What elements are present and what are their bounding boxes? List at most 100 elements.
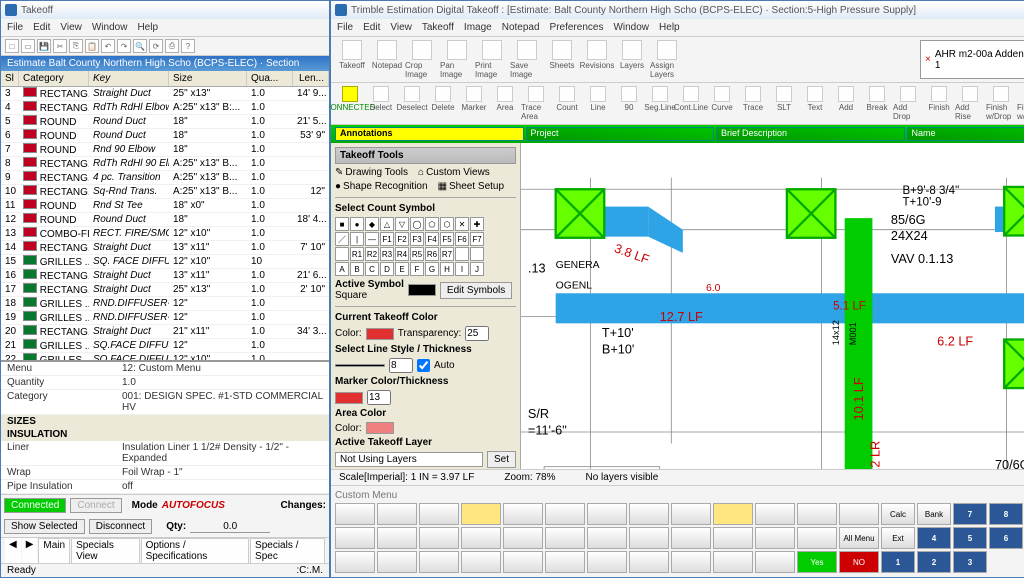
- palette-item[interactable]: [671, 503, 711, 525]
- palette-item[interactable]: [377, 503, 417, 525]
- palette-item[interactable]: [419, 551, 459, 573]
- palette-item[interactable]: [755, 551, 795, 573]
- palette-item[interactable]: [419, 527, 459, 549]
- transparency-input[interactable]: [465, 326, 489, 341]
- tool-seg-line[interactable]: Seg.Line: [645, 86, 675, 121]
- symbol-cell[interactable]: F2: [395, 232, 409, 246]
- qty-value[interactable]: 0.0: [190, 521, 270, 533]
- palette-item[interactable]: [419, 503, 459, 525]
- keypad-8[interactable]: 8: [989, 503, 1023, 525]
- tool-select[interactable]: Select: [366, 86, 396, 121]
- palette-item[interactable]: [503, 527, 543, 549]
- show-selected-button[interactable]: Show Selected: [4, 519, 85, 534]
- palette-item[interactable]: [713, 503, 753, 525]
- symbol-cell[interactable]: F3: [410, 232, 424, 246]
- tool-curve[interactable]: Curve: [707, 86, 737, 121]
- prop-wrap-v[interactable]: Foil Wrap - 1": [122, 467, 323, 478]
- keypad-6[interactable]: 6: [989, 527, 1023, 549]
- line-thick-input[interactable]: [389, 358, 413, 373]
- tool-add[interactable]: Add: [831, 86, 861, 121]
- palette-item[interactable]: [377, 551, 417, 573]
- rmenu-takeoff[interactable]: Takeoff: [422, 22, 454, 33]
- tb-refresh-icon[interactable]: ⟳: [149, 39, 163, 53]
- symbol-cell[interactable]: F4: [425, 232, 439, 246]
- palette-item[interactable]: [461, 503, 501, 525]
- tb-help-icon[interactable]: ?: [181, 39, 195, 53]
- ctx-project[interactable]: Project: [526, 127, 715, 141]
- table-row[interactable]: 10 RECTANG... Sq-Rnd Trans.A:25" x13" B.…: [1, 185, 329, 199]
- keypad-yes[interactable]: Yes: [797, 551, 837, 573]
- menu-edit[interactable]: Edit: [33, 22, 50, 33]
- symbol-cell[interactable]: R2: [365, 247, 379, 261]
- symbol-cell[interactable]: ■: [335, 217, 349, 231]
- palette-item[interactable]: [629, 527, 669, 549]
- rmenu-view[interactable]: View: [390, 22, 412, 33]
- palette-item[interactable]: [713, 527, 753, 549]
- palette-item[interactable]: [671, 527, 711, 549]
- symbol-cell[interactable]: R4: [395, 247, 409, 261]
- tool-add-rise[interactable]: Add Rise: [955, 86, 985, 121]
- sheet-dropdown[interactable]: ×AHR m2-00a Addendum 1▾: [920, 40, 1024, 79]
- keypad-calc[interactable]: Calc: [881, 503, 915, 525]
- table-row[interactable]: 3 RECTANG... Straight Duct25" x13" 1.014…: [1, 87, 329, 101]
- set-layer-button[interactable]: Set: [487, 451, 516, 468]
- col-qua[interactable]: Qua...: [247, 71, 293, 86]
- table-row[interactable]: 6 ROUND Round Duct18" 1.053' 9": [1, 129, 329, 143]
- table-row[interactable]: 17 RECTANG... Straight Duct25" x13" 1.02…: [1, 283, 329, 297]
- table-row[interactable]: 8 RECTANG... RdTh RdHl 90 ElbowA:25" x13…: [1, 157, 329, 171]
- tb-find-icon[interactable]: 🔍: [133, 39, 147, 53]
- tool-connected[interactable]: CONNECTED: [335, 86, 365, 121]
- edit-symbols-button[interactable]: Edit Symbols: [440, 282, 512, 299]
- symbol-cell[interactable]: [335, 247, 349, 261]
- prop-pipe-v[interactable]: off: [122, 481, 323, 492]
- symbol-cell[interactable]: R7: [440, 247, 454, 261]
- tb-open-icon[interactable]: ▭: [21, 39, 35, 53]
- table-row[interactable]: 18 GRILLES ... RND.DIFFUSER-w/...12" 1.0: [1, 297, 329, 311]
- symbol-cell[interactable]: [455, 247, 469, 261]
- symbol-cell[interactable]: E: [395, 262, 409, 276]
- tool-text[interactable]: Text: [800, 86, 830, 121]
- table-row[interactable]: 16 RECTANG... Straight Duct13" x11" 1.02…: [1, 269, 329, 283]
- tool-area[interactable]: Area: [490, 86, 520, 121]
- tool-pan-image[interactable]: Pan Image: [440, 40, 474, 79]
- palette-item[interactable]: [629, 503, 669, 525]
- rmenu-image[interactable]: Image: [464, 22, 492, 33]
- symbol-cell[interactable]: F7: [470, 232, 484, 246]
- symbol-cell[interactable]: R1: [350, 247, 364, 261]
- tool-count[interactable]: Count: [552, 86, 582, 121]
- symbol-grid[interactable]: ■●◆△▽◯⬠⬡✕✚／|—F1F2F3F4F5F6F7R1R2R3R4R5R6R…: [335, 217, 516, 276]
- tool-notepad[interactable]: Notepad: [370, 40, 404, 79]
- keypad-2[interactable]: 2: [917, 551, 951, 573]
- palette-item[interactable]: [713, 551, 753, 573]
- tab-specials-spec[interactable]: Specials / Spec: [250, 538, 325, 563]
- palette-item[interactable]: [587, 551, 627, 573]
- symbol-cell[interactable]: ✚: [470, 217, 484, 231]
- ctx-name[interactable]: Name: [907, 127, 1024, 141]
- palette-item[interactable]: [545, 503, 585, 525]
- tab-main[interactable]: Main: [38, 538, 70, 563]
- palette-item[interactable]: [755, 503, 795, 525]
- table-row[interactable]: 9 RECTANG... 4 pc. TransitionA:25" x13" …: [1, 171, 329, 185]
- tb-redo-icon[interactable]: ↷: [117, 39, 131, 53]
- keypad-1[interactable]: 1: [881, 551, 915, 573]
- keypad-all menu[interactable]: All Menu: [839, 527, 879, 549]
- table-row[interactable]: 15 GRILLES ... SQ. FACE DIFFUSE...12" x1…: [1, 255, 329, 269]
- col-category[interactable]: Category: [19, 71, 89, 86]
- palette-item[interactable]: [629, 551, 669, 573]
- marker-swatch[interactable]: [335, 392, 363, 404]
- table-row[interactable]: 11 ROUND Rnd St Tee18" x0" 1.0: [1, 199, 329, 213]
- table-row[interactable]: 4 RECTANG... RdTh RdHl ElbowA:25" x13" B…: [1, 101, 329, 115]
- symbol-cell[interactable]: R3: [380, 247, 394, 261]
- symbol-cell[interactable]: ✕: [455, 217, 469, 231]
- layer-dropdown[interactable]: Not Using Layers: [335, 452, 483, 467]
- tool-layers[interactable]: Layers: [615, 40, 649, 79]
- table-row[interactable]: 7 ROUND Rnd 90 Elbow18" 1.0: [1, 143, 329, 157]
- table-row[interactable]: 5 ROUND Round Duct18" 1.021' 5...: [1, 115, 329, 129]
- tool-finish-w/rise[interactable]: Finish w/Rise: [1017, 86, 1024, 121]
- symbol-cell[interactable]: B: [350, 262, 364, 276]
- symbol-cell[interactable]: F5: [440, 232, 454, 246]
- auto-checkbox[interactable]: [417, 359, 430, 372]
- symbol-cell[interactable]: F: [410, 262, 424, 276]
- palette-item[interactable]: [545, 551, 585, 573]
- rmenu-edit[interactable]: Edit: [363, 22, 380, 33]
